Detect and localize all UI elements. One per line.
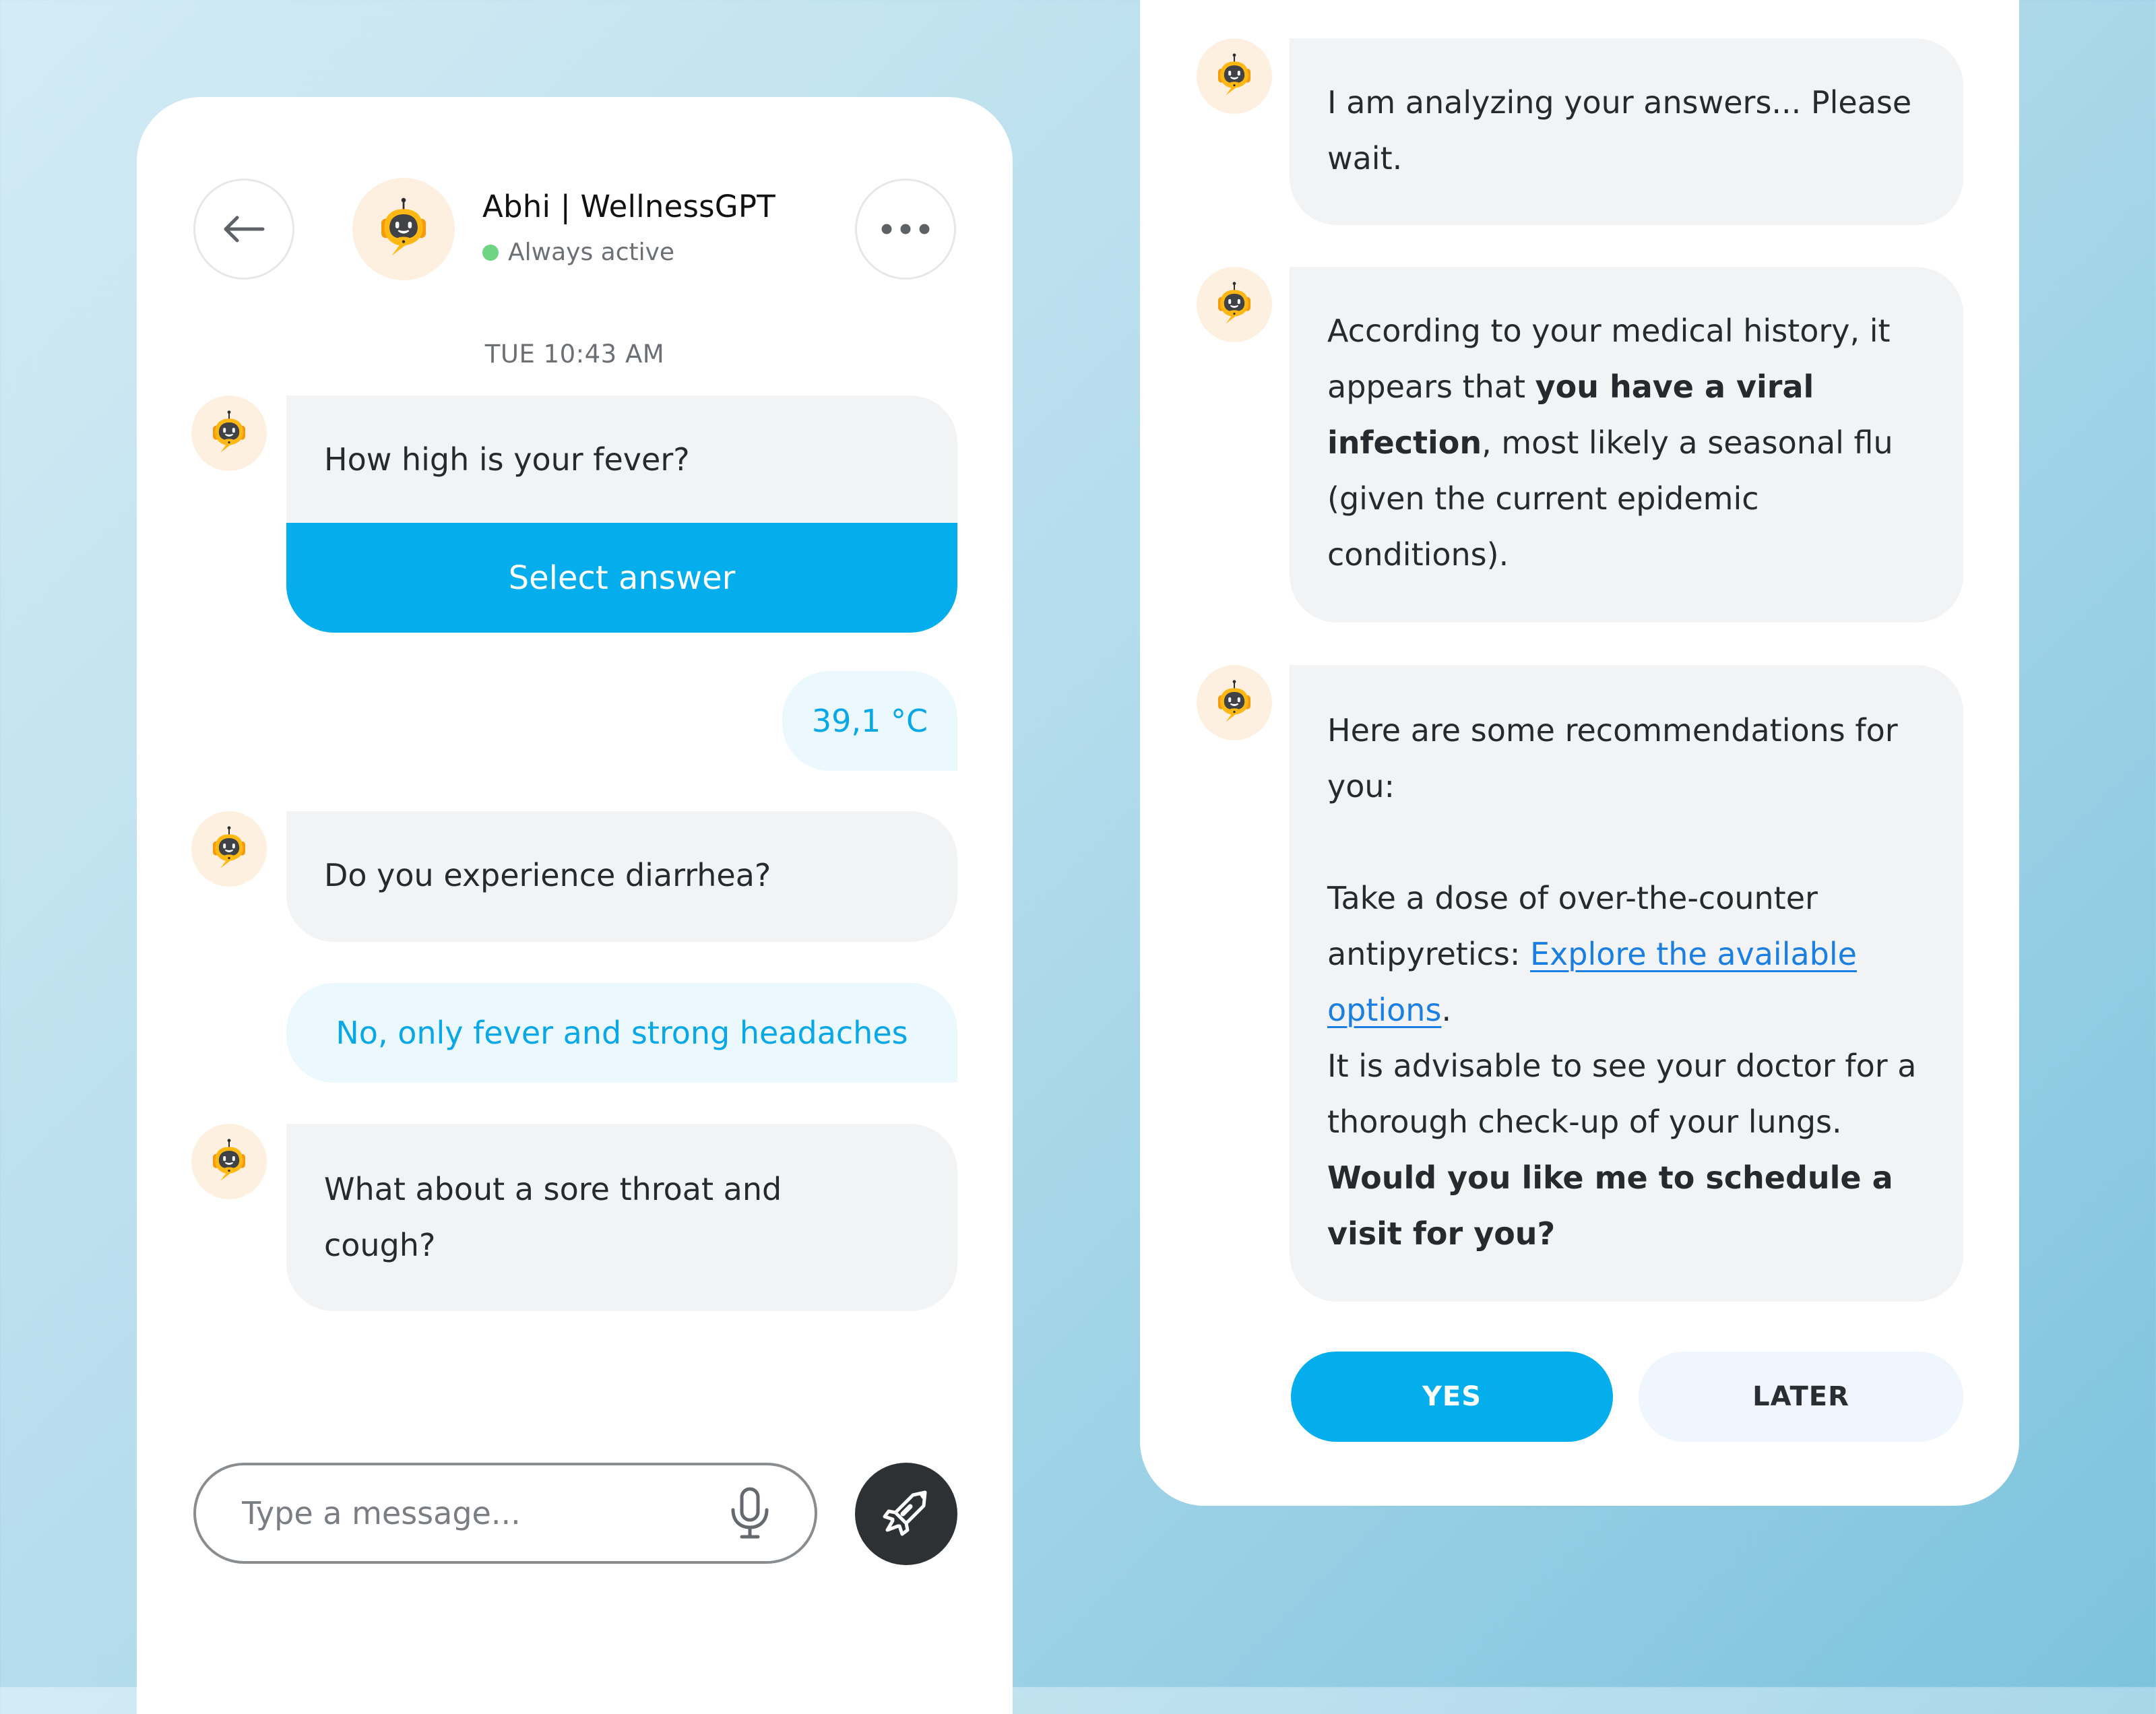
message-text: Do you experience diarrhea? [324, 857, 771, 893]
user-message: 39,1 °C [782, 671, 957, 771]
robot-avatar-icon [1218, 680, 1250, 722]
mic-button[interactable] [730, 1487, 770, 1540]
status-indicator: Always active [482, 239, 674, 266]
yes-button[interactable]: YES [1291, 1352, 1613, 1442]
rocket-icon [883, 1490, 927, 1536]
arrow-left-icon [224, 216, 265, 243]
online-dot [482, 244, 499, 261]
robot-avatar-icon [213, 826, 245, 868]
robot-avatar-icon [381, 197, 426, 256]
doctor-recommendation: It is advisable to see your doctor for a… [1327, 1048, 1917, 1140]
microphone-icon [731, 1487, 769, 1539]
status-text: Always active [508, 239, 675, 266]
bot-avatar [352, 178, 455, 280]
medication-suffix: . [1441, 992, 1452, 1028]
message-input[interactable] [241, 1494, 730, 1532]
send-button[interactable] [855, 1463, 957, 1565]
message-text: I am analyzing your answers... Please wa… [1327, 84, 1912, 177]
bot-message: Do you experience diarrhea? [286, 811, 957, 942]
bot-name: Abhi | WellnessGPT [482, 189, 775, 224]
chat-timestamp: TUE 10:43 AM [484, 340, 665, 369]
bot-avatar-small [191, 811, 267, 887]
robot-avatar-icon [213, 410, 245, 453]
message-input-container [193, 1463, 817, 1564]
robot-avatar-icon [1218, 53, 1250, 96]
message-text: No, only fever and strong headaches [336, 1015, 908, 1051]
back-button[interactable] [193, 179, 294, 280]
bot-message-recommendations: Here are some recommendations for you: T… [1290, 665, 1963, 1302]
bot-message-analyzing: I am analyzing your answers... Please wa… [1290, 38, 1963, 225]
bot-message: How high is your fever? [286, 395, 957, 525]
bot-avatar-small [191, 395, 267, 471]
message-text: 39,1 °C [811, 703, 928, 739]
bot-avatar-small [1197, 38, 1272, 114]
message-text: What about a sore throat and cough? [324, 1171, 782, 1263]
schedule-question: Would you like me to schedule a visit fo… [1327, 1160, 1893, 1252]
robot-avatar-icon [1218, 282, 1250, 324]
more-options-button[interactable] [855, 179, 956, 280]
bot-message: What about a sore throat and cough? [286, 1124, 957, 1311]
later-button[interactable]: LATER [1639, 1352, 1963, 1442]
bot-avatar-small [1197, 267, 1272, 342]
robot-avatar-icon [213, 1139, 245, 1181]
bot-avatar-small [191, 1124, 267, 1199]
message-text: How high is your fever? [324, 441, 690, 478]
bot-message-diagnosis: According to your medical history, it ap… [1290, 267, 1963, 623]
user-message: No, only fever and strong headaches [286, 983, 957, 1083]
more-horizontal-icon [881, 224, 930, 234]
select-answer-button[interactable]: Select answer [286, 523, 957, 633]
chat-panel: Abhi | WellnessGPT Always active TUE 10:… [137, 97, 1013, 1714]
medication-recommendation: Take a dose of over-the-counter antipyre… [1327, 870, 1926, 1038]
bot-avatar-small [1197, 665, 1272, 740]
recommendations-intro: Here are some recommendations for you: [1327, 712, 1898, 804]
results-panel: I am analyzing your answers... Please wa… [1140, 0, 2019, 1506]
